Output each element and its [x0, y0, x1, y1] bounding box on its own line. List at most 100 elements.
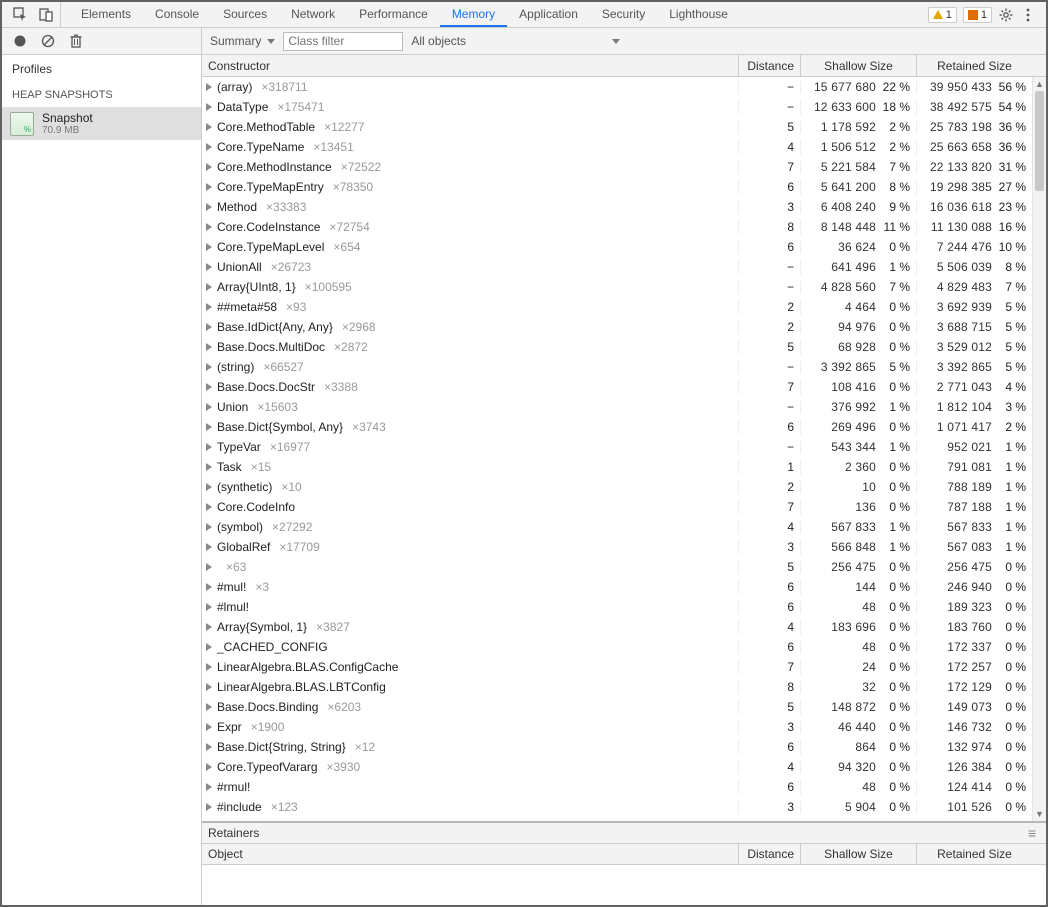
table-row[interactable]: #lmul!6480 %189 3230 %: [202, 597, 1032, 617]
expand-icon[interactable]: [206, 143, 212, 151]
class-filter-input[interactable]: [283, 32, 403, 51]
table-row[interactable]: Task×1512 3600 %791 0811 %: [202, 457, 1032, 477]
table-row[interactable]: #include×12335 9040 %101 5260 %: [202, 797, 1032, 817]
expand-icon[interactable]: [206, 523, 212, 531]
expand-icon[interactable]: [206, 123, 212, 131]
expand-icon[interactable]: [206, 683, 212, 691]
expand-icon[interactable]: [206, 303, 212, 311]
table-row[interactable]: LinearAlgebra.BLAS.LBTConfig8320 %172 12…: [202, 677, 1032, 697]
tab-performance[interactable]: Performance: [347, 2, 440, 27]
expand-icon[interactable]: [206, 163, 212, 171]
expand-icon[interactable]: [206, 223, 212, 231]
table-row[interactable]: ×635256 4750 %256 4750 %: [202, 557, 1032, 577]
expand-icon[interactable]: [206, 263, 212, 271]
table-row[interactable]: Expr×1900346 4400 %146 7320 %: [202, 717, 1032, 737]
expand-icon[interactable]: [206, 103, 212, 111]
errors-badge[interactable]: 1: [963, 7, 992, 23]
table-row[interactable]: Base.IdDict{Any, Any}×2968294 9760 %3 68…: [202, 317, 1032, 337]
table-row[interactable]: #mul!×361440 %246 9400 %: [202, 577, 1032, 597]
expand-icon[interactable]: [206, 743, 212, 751]
table-row[interactable]: Base.Docs.Binding×62035148 8720 %149 073…: [202, 697, 1032, 717]
tab-console[interactable]: Console: [143, 2, 211, 27]
table-row[interactable]: Core.CodeInstance×7275488 148 44811 %11 …: [202, 217, 1032, 237]
retainers-bar[interactable]: Retainers: [202, 821, 1046, 843]
more-icon[interactable]: [1020, 7, 1036, 23]
delete-icon[interactable]: [68, 33, 84, 49]
tab-lighthouse[interactable]: Lighthouse: [657, 2, 740, 27]
expand-icon[interactable]: [206, 723, 212, 731]
device-toggle-icon[interactable]: [38, 7, 54, 23]
expand-icon[interactable]: [206, 403, 212, 411]
settings-icon[interactable]: [998, 7, 1014, 23]
table-row[interactable]: Core.TypeName×1345141 506 5122 %25 663 6…: [202, 137, 1032, 157]
table-row[interactable]: #rmul!6480 %124 4140 %: [202, 777, 1032, 797]
table-row[interactable]: Base.Dict{String, String}×1268640 %132 9…: [202, 737, 1032, 757]
table-row[interactable]: TypeVar×16977−543 3441 %952 0211 %: [202, 437, 1032, 457]
tab-elements[interactable]: Elements: [69, 2, 143, 27]
col-object[interactable]: Object: [202, 847, 738, 861]
table-row[interactable]: (symbol)×272924567 8331 %567 8331 %: [202, 517, 1032, 537]
table-row[interactable]: _CACHED_CONFIG6480 %172 3370 %: [202, 637, 1032, 657]
table-row[interactable]: Base.Docs.DocStr×33887108 4160 %2 771 04…: [202, 377, 1032, 397]
record-icon[interactable]: [12, 33, 28, 49]
table-row[interactable]: Core.MethodTable×1227751 178 5922 %25 78…: [202, 117, 1032, 137]
table-row[interactable]: Core.MethodInstance×7252275 221 5847 %22…: [202, 157, 1032, 177]
expand-icon[interactable]: [206, 283, 212, 291]
objects-filter-dropdown[interactable]: All objects: [411, 34, 620, 48]
table-row[interactable]: Base.Dict{Symbol, Any}×37436269 4960 %1 …: [202, 417, 1032, 437]
scroll-down-icon[interactable]: ▼: [1033, 807, 1046, 821]
table-row[interactable]: Union×15603−376 9921 %1 812 1043 %: [202, 397, 1032, 417]
warnings-badge[interactable]: 1: [928, 7, 957, 23]
col-shallow-2[interactable]: Shallow Size: [800, 844, 916, 864]
summary-dropdown[interactable]: Summary: [210, 34, 275, 48]
scroll-up-icon[interactable]: ▲: [1033, 77, 1046, 91]
tab-memory[interactable]: Memory: [440, 2, 507, 27]
table-row[interactable]: ##meta#58×9324 4640 %3 692 9395 %: [202, 297, 1032, 317]
table-row[interactable]: GlobalRef×177093566 8481 %567 0831 %: [202, 537, 1032, 557]
expand-icon[interactable]: [206, 383, 212, 391]
table-row[interactable]: Array{UInt8, 1}×100595−4 828 5607 %4 829…: [202, 277, 1032, 297]
expand-icon[interactable]: [206, 803, 212, 811]
table-row[interactable]: UnionAll×26723−641 4961 %5 506 0398 %: [202, 257, 1032, 277]
col-retained-size[interactable]: Retained Size: [916, 55, 1032, 76]
expand-icon[interactable]: [206, 343, 212, 351]
expand-icon[interactable]: [206, 623, 212, 631]
table-row[interactable]: Method×3338336 408 2409 %16 036 61823 %: [202, 197, 1032, 217]
tab-network[interactable]: Network: [279, 2, 347, 27]
snapshot-item[interactable]: Snapshot 70.9 MB: [2, 107, 201, 140]
table-row[interactable]: (synthetic)×102100 %788 1891 %: [202, 477, 1032, 497]
table-row[interactable]: (string)×66527−3 392 8655 %3 392 8655 %: [202, 357, 1032, 377]
expand-icon[interactable]: [206, 443, 212, 451]
table-row[interactable]: LinearAlgebra.BLAS.ConfigCache7240 %172 …: [202, 657, 1032, 677]
expand-icon[interactable]: [206, 703, 212, 711]
table-row[interactable]: Base.Docs.MultiDoc×2872568 9280 %3 529 0…: [202, 337, 1032, 357]
col-distance[interactable]: Distance: [738, 55, 800, 76]
expand-icon[interactable]: [206, 503, 212, 511]
expand-icon[interactable]: [206, 543, 212, 551]
col-retained-2[interactable]: Retained Size: [916, 844, 1032, 864]
table-row[interactable]: Core.TypeofVararg×3930494 3200 %126 3840…: [202, 757, 1032, 777]
expand-icon[interactable]: [206, 463, 212, 471]
col-shallow-size[interactable]: Shallow Size: [800, 55, 916, 76]
inspect-element-icon[interactable]: [12, 7, 28, 23]
expand-icon[interactable]: [206, 583, 212, 591]
tab-security[interactable]: Security: [590, 2, 657, 27]
scroll-thumb[interactable]: [1035, 91, 1044, 191]
expand-icon[interactable]: [206, 243, 212, 251]
expand-icon[interactable]: [206, 183, 212, 191]
table-row[interactable]: DataType×175471−12 633 60018 %38 492 575…: [202, 97, 1032, 117]
expand-icon[interactable]: [206, 483, 212, 491]
clear-icon[interactable]: [40, 33, 56, 49]
expand-icon[interactable]: [206, 423, 212, 431]
expand-icon[interactable]: [206, 603, 212, 611]
expand-icon[interactable]: [206, 663, 212, 671]
scrollbar[interactable]: ▲ ▼: [1032, 77, 1046, 821]
expand-icon[interactable]: [206, 83, 212, 91]
table-row[interactable]: Core.CodeInfo71360 %787 1881 %: [202, 497, 1032, 517]
table-row[interactable]: Array{Symbol, 1}×38274183 6960 %183 7600…: [202, 617, 1032, 637]
col-distance-2[interactable]: Distance: [738, 844, 800, 864]
table-row[interactable]: Core.TypeMapLevel×654636 6240 %7 244 476…: [202, 237, 1032, 257]
hamburger-icon[interactable]: [1028, 825, 1040, 841]
expand-icon[interactable]: [206, 323, 212, 331]
expand-icon[interactable]: [206, 563, 212, 571]
